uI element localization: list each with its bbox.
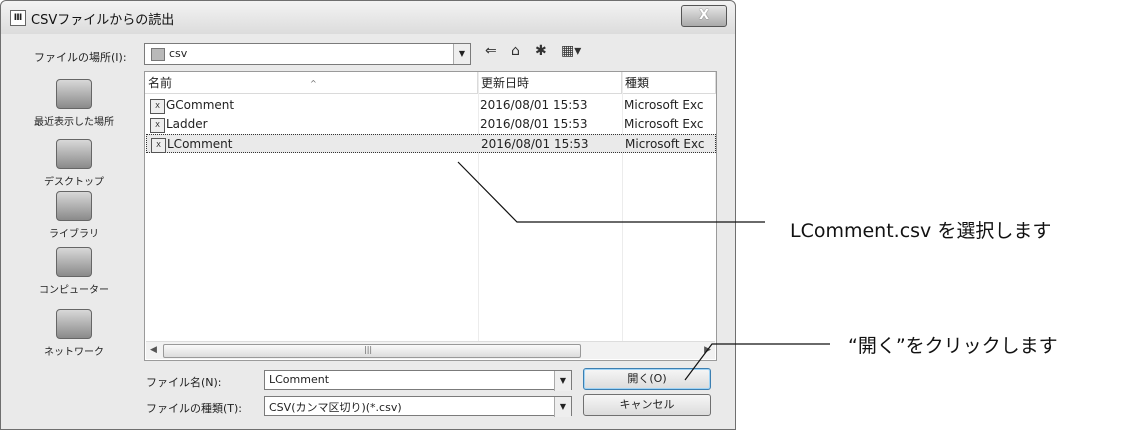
annotation-click: “開く”をクリックします <box>848 335 1058 357</box>
annotation-lines <box>457 161 830 381</box>
callout-line-select <box>457 161 765 223</box>
callout-line-open <box>684 343 830 381</box>
annotation-select: LComment.csv を選択します <box>790 220 1052 242</box>
